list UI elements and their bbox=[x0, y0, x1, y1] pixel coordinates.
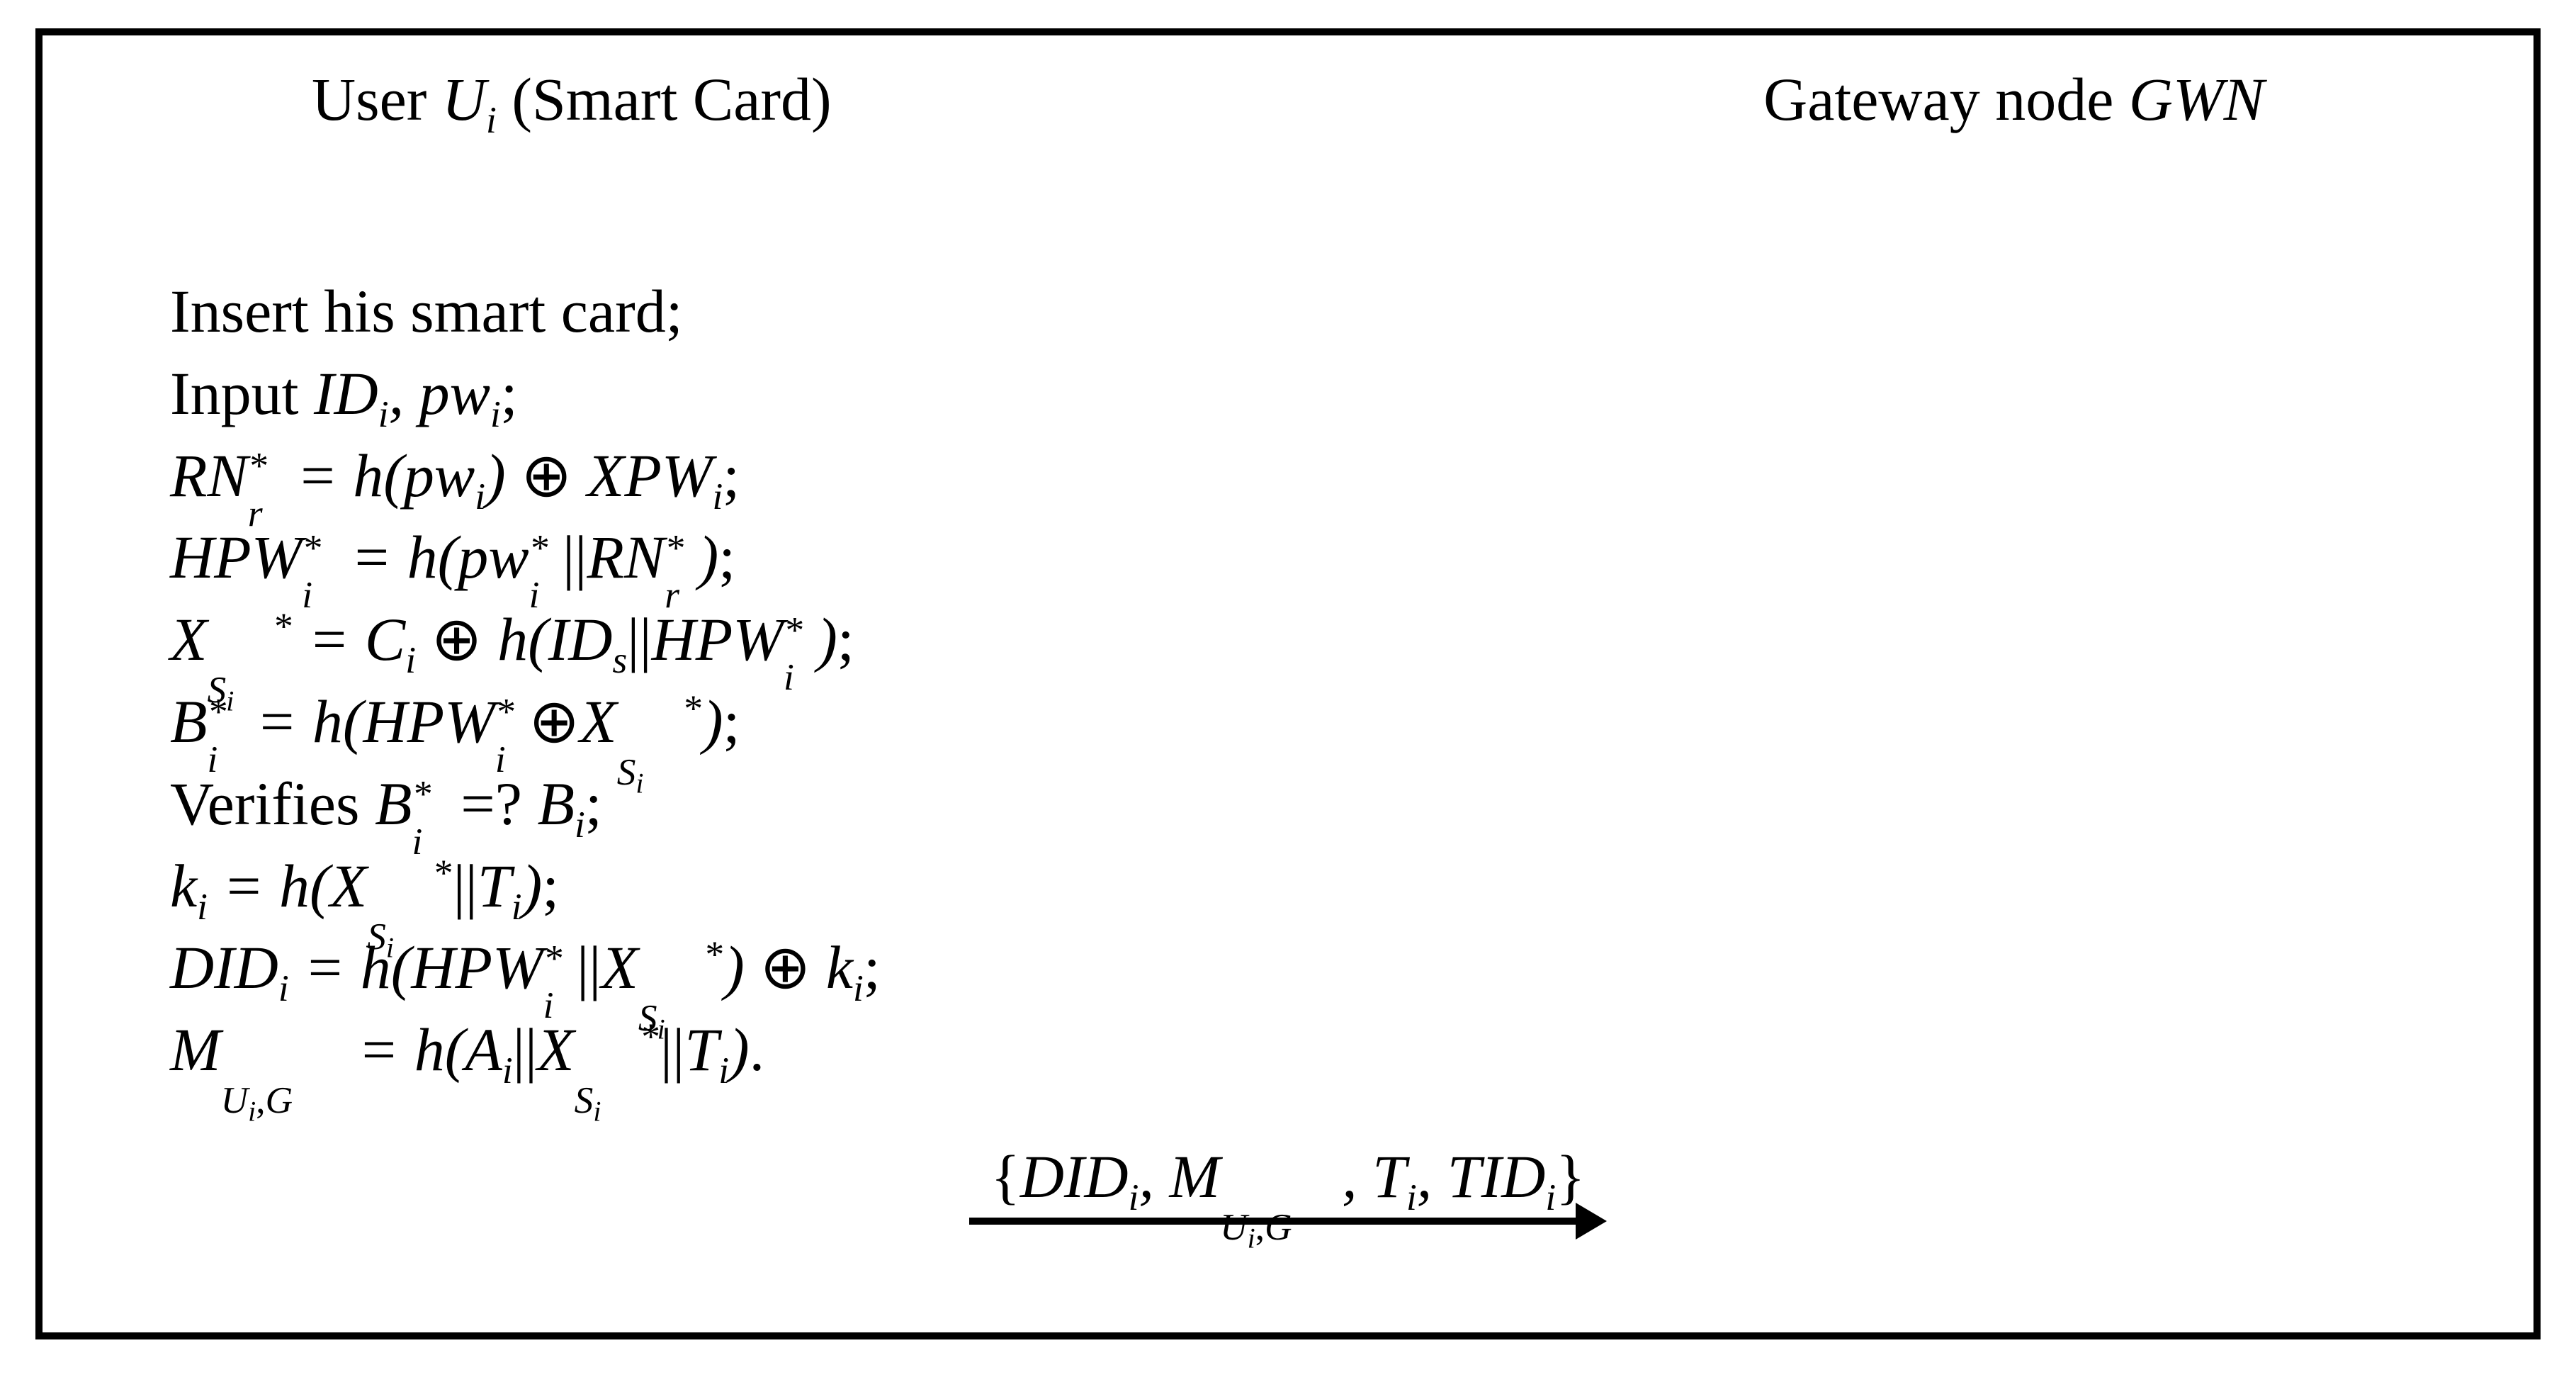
heading-row: User Ui (Smart Card) Gateway node GWN bbox=[43, 35, 2533, 135]
step-5: XSi* = Ci ⊕ h(IDs||HPWi*); bbox=[170, 600, 881, 680]
step-1-text: Insert his smart card; bbox=[170, 277, 683, 345]
step-7: Verifies Bi* =? Bi; bbox=[170, 765, 881, 844]
message-text: {DIDi, MUi,G, Ti, TIDi} bbox=[991, 1141, 1586, 1212]
step-6: Bi* = h(HPWi*⊕XSi*); bbox=[170, 682, 881, 762]
heading-user-symbol: U bbox=[442, 65, 486, 133]
step-10: MUi,G = h(Ai||XSi*||Ti). bbox=[170, 1011, 881, 1090]
heading-user-sub: i bbox=[486, 99, 497, 141]
step-2-prefix: Input bbox=[170, 359, 314, 427]
heading-user: User Ui (Smart Card) bbox=[312, 64, 832, 135]
message-row: {DIDi, MUi,G, Ti, TIDi} bbox=[43, 1141, 2533, 1226]
page: User Ui (Smart Card) Gateway node GWN In… bbox=[0, 0, 2576, 1382]
steps-block: Insert his smart card; Input IDi, pwi; R… bbox=[170, 269, 881, 1093]
heading-user-prefix: User bbox=[312, 65, 442, 133]
heading-gwn-prefix: Gateway node bbox=[1763, 65, 2129, 133]
arrow-line bbox=[969, 1218, 1584, 1225]
arrow-head bbox=[1576, 1203, 1607, 1240]
diagram-frame: User Ui (Smart Card) Gateway node GWN In… bbox=[35, 28, 2541, 1339]
heading-gwn: Gateway node GWN bbox=[1763, 64, 2264, 135]
step-8: ki = h(XSi*||Ti); bbox=[170, 847, 881, 926]
heading-gwn-symbol: GWN bbox=[2129, 65, 2264, 133]
step-2: Input IDi, pwi; bbox=[170, 354, 881, 434]
step-9: DIDi = h(HPWi*||XSi*) ⊕ ki; bbox=[170, 928, 881, 1008]
step-3: RNr* = h(pwi) ⊕ XPWi; bbox=[170, 437, 881, 516]
heading-user-suffix: (Smart Card) bbox=[497, 65, 832, 133]
message-inner: {DIDi, MUi,G, Ti, TIDi} bbox=[969, 1141, 1607, 1226]
arrow-right-icon bbox=[969, 1216, 1607, 1226]
step-1: Insert his smart card; bbox=[170, 272, 881, 352]
step-4: HPWi* = h(pwi*||RNr*); bbox=[170, 518, 881, 597]
